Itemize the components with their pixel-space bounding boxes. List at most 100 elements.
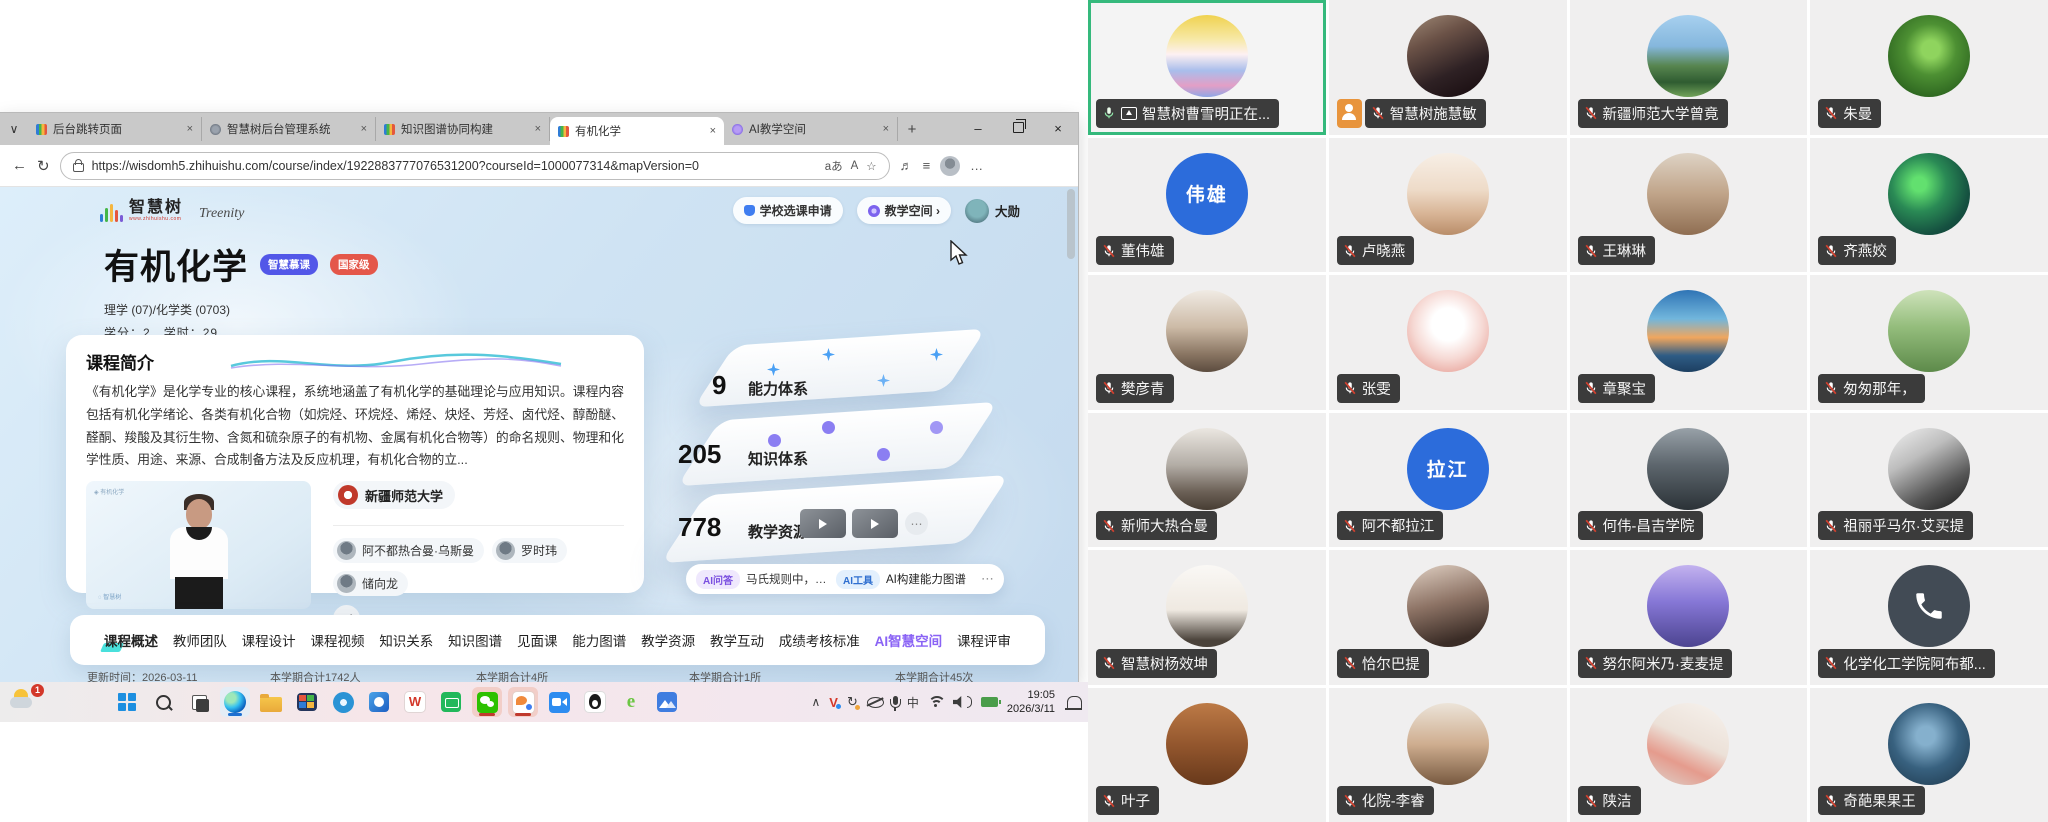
participant-tile[interactable]: 章聚宝 [1570,275,1808,410]
tab-close-icon[interactable]: × [883,123,889,135]
participant-tile[interactable]: 奇葩果果王 [1810,688,2048,822]
participant-tile[interactable]: 新师大热合曼 [1088,413,1326,548]
volume-icon[interactable] [953,696,965,708]
participant-tile[interactable]: 张雯 [1329,275,1567,410]
teaching-space-button[interactable]: 教学空间 › [857,197,951,224]
browser-profile-avatar[interactable] [940,156,960,176]
tray-vpn-icon[interactable]: V [829,695,838,710]
wifi-icon[interactable] [928,696,944,708]
participant-tile[interactable]: 拉江 阿不都拉江 [1329,413,1567,548]
browser-tab[interactable]: 智慧树后台管理系统 × [202,117,376,141]
course-nav-tab[interactable]: 课程设计 [242,630,296,650]
more-resources-button[interactable]: ⋯ [905,512,928,535]
green-app-icon[interactable] [436,687,466,717]
participant-tile[interactable]: 祖丽乎马尔·艾买提 [1810,413,2048,548]
ie-icon[interactable]: e [616,687,646,717]
participant-tile[interactable]: 叶子 [1088,688,1326,822]
back-icon[interactable]: ← [12,157,27,174]
participant-tile[interactable]: 王琳琳 [1570,138,1808,273]
favorite-star-icon[interactable]: ☆ [866,159,876,173]
participant-tile[interactable]: 智慧树施慧敏 [1329,0,1567,135]
blue-circle-app-icon[interactable] [328,687,358,717]
course-nav-tab[interactable]: 教师团队 [173,630,227,650]
photos-app-icon[interactable] [364,687,394,717]
tray-sync-icon[interactable]: ↻ [847,694,858,710]
browser-tab[interactable]: 有机化学 × [550,117,724,145]
minimize-button[interactable]: – [958,113,998,145]
file-explorer-icon[interactable] [256,687,286,717]
participant-tile[interactable]: 新疆师范大学曾竟 [1570,0,1808,135]
read-aloud-icon[interactable]: A [851,160,859,172]
school-apply-button[interactable]: 学校选课申请 [733,197,843,224]
teacher-pill[interactable]: 阿不都热合曼·乌斯曼 [333,538,484,563]
ability-system-card[interactable] [694,329,986,408]
course-nav-tab[interactable]: 见面课 [517,630,558,650]
course-nav-tab[interactable]: 课程评审 [957,630,1011,650]
video-thumbnail[interactable] [852,509,898,538]
course-nav-tab[interactable]: 课程视频 [310,630,364,650]
browser-tab[interactable]: 后台跳转页面 × [28,117,202,141]
tab-search-chevron-icon[interactable]: ∨ [0,122,28,136]
participant-tile[interactable]: 化学化工学院阿布都... [1810,550,2048,685]
participant-tile[interactable]: 努尔阿米乃·麦麦提 [1570,550,1808,685]
participant-tile[interactable]: 智慧树曹雪明正在... [1088,0,1326,135]
participant-tile[interactable]: 恰尔巴提 [1329,550,1567,685]
task-view-icon[interactable] [184,687,214,717]
zhihuishu-logo[interactable]: 智慧树 www.zhihuishu.com Treenity [100,200,244,222]
close-button[interactable]: × [1038,113,1078,145]
search-icon[interactable] [148,687,178,717]
docs-app-icon[interactable] [652,687,682,717]
participant-tile[interactable]: 何伟-昌吉学院 [1570,413,1808,548]
new-tab-button[interactable]: + [898,121,926,138]
ai-assistant-bar[interactable]: AI问答 马氏规则中，电... AI工具 AI构建能力图谱 ⋯ [686,564,1004,594]
notification-center-icon[interactable] [1067,696,1082,709]
ai-more-icon[interactable]: ⋯ [981,571,994,587]
qq-icon[interactable] [580,687,610,717]
course-nav-tab[interactable]: 教学资源 [641,630,695,650]
taskbar-clock[interactable]: 19:05 2026/3/11 [1007,688,1055,717]
refresh-icon[interactable]: ↻ [37,157,50,175]
course-nav-tab[interactable]: 课程概述 [104,630,158,650]
course-nav-tab[interactable]: 知识关系 [379,630,433,650]
teacher-pill[interactable]: 罗时玮 [492,538,567,563]
url-text[interactable]: https://wisdomh5.zhihuishu.com/course/in… [92,159,817,173]
battery-icon[interactable] [981,697,998,707]
wechat-icon[interactable] [472,687,502,717]
tencent-meeting-icon[interactable] [544,687,574,717]
participant-tile[interactable]: 伟雄 董伟雄 [1088,138,1326,273]
participant-tile[interactable]: 化院-李睿 [1329,688,1567,822]
participant-tile[interactable]: 陕洁 [1570,688,1808,822]
participant-tile[interactable]: 齐燕姣 [1810,138,2048,273]
browser-tab[interactable]: 知识图谱协同构建 × [376,117,550,141]
browser-menu-icon[interactable]: … [970,158,983,173]
user-menu[interactable]: 大勋 [965,199,1020,223]
start-button[interactable] [112,687,142,717]
course-nav-tab[interactable]: AI智慧空间 [875,630,943,650]
participant-tile[interactable]: 朱曼 [1810,0,2048,135]
course-nav-tab[interactable]: 能力图谱 [572,630,626,650]
tab-close-icon[interactable]: × [535,123,541,135]
university-pill[interactable]: 新疆师范大学 [333,481,455,509]
browser-essentials-icon[interactable]: ♬ [900,158,913,173]
course-video-thumbnail[interactable]: ◈ 有机化学 ◌ 智慧树 [86,481,311,609]
edge-icon[interactable] [220,687,250,717]
collections-icon[interactable]: ≡ [923,158,931,173]
chat-app-icon[interactable] [508,687,538,717]
course-nav-tab[interactable]: 教学互动 [710,630,764,650]
participant-tile[interactable]: 卢晓燕 [1329,138,1567,273]
knowledge-system-card[interactable] [677,402,998,486]
participant-tile[interactable]: 匆匆那年， [1810,275,2048,410]
tab-close-icon[interactable]: × [361,123,367,135]
url-field[interactable]: https://wisdomh5.zhihuishu.com/course/in… [60,152,890,180]
participant-tile[interactable]: 樊彦青 [1088,275,1326,410]
course-nav-tab[interactable]: 知识图谱 [448,630,502,650]
tray-eye-off-icon[interactable] [867,697,884,708]
tab-close-icon[interactable]: × [187,123,193,135]
wps-icon[interactable]: W [400,687,430,717]
course-nav-tab[interactable]: 成绩考核标准 [779,630,860,650]
tray-chevron-icon[interactable]: ∧ [811,695,820,709]
video-thumbnail[interactable] [800,509,846,538]
weather-widget[interactable]: 1 [10,687,44,717]
tab-close-icon[interactable]: × [710,125,716,137]
teacher-pill[interactable]: 储向龙 [333,571,408,596]
